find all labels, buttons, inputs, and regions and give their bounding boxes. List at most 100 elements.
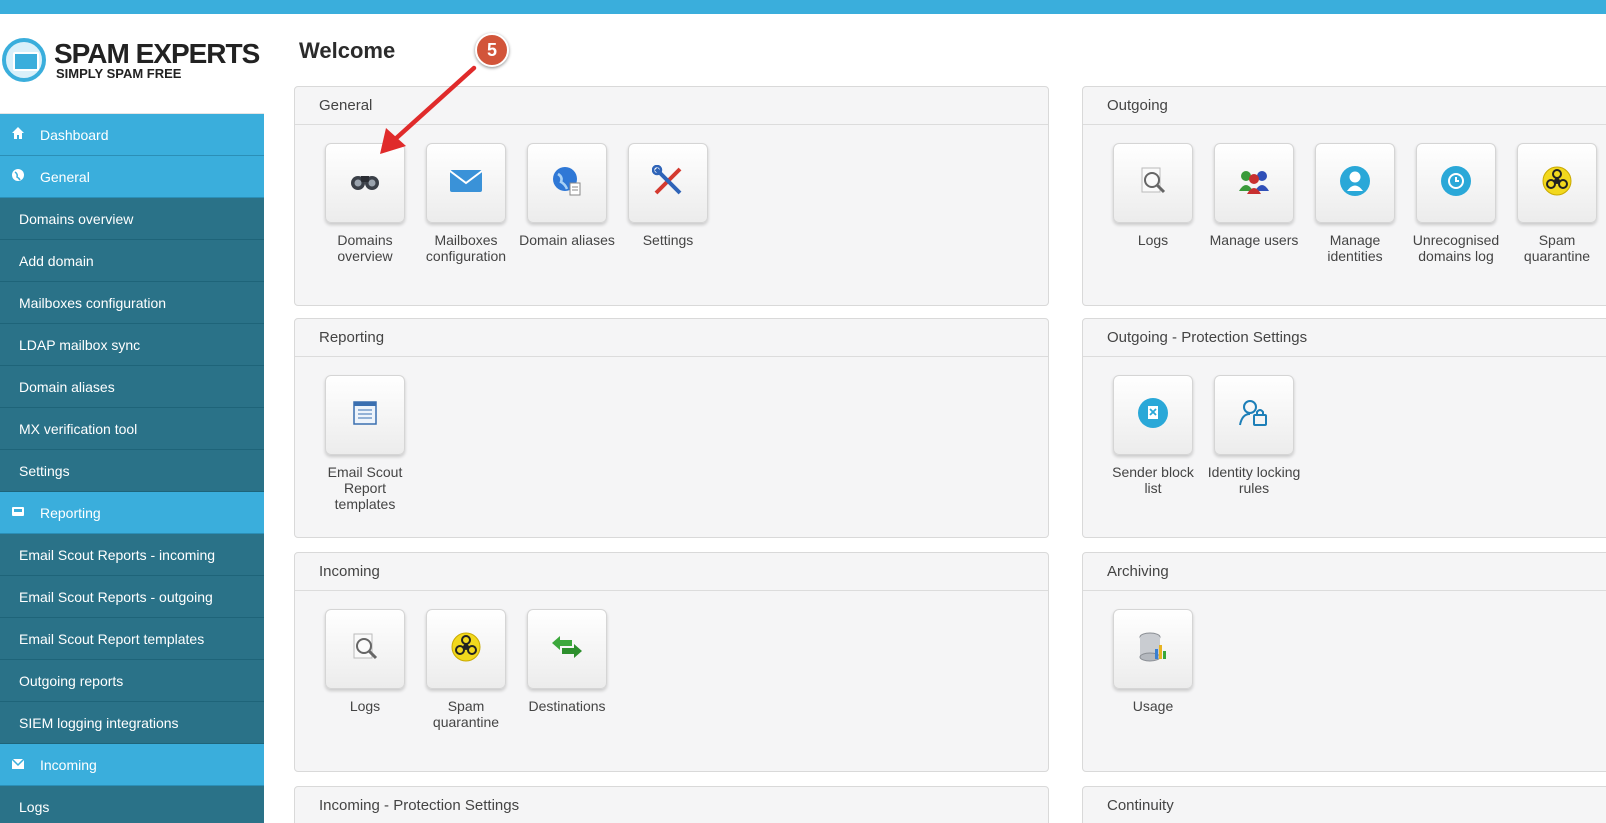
sidebar-item-settings[interactable]: Settings [0,450,264,492]
sidebar-item-mx-verification-tool[interactable]: MX verification tool [0,408,264,450]
tile-label: Mailboxes configuration [425,232,507,264]
tile-button[interactable] [527,609,607,689]
logo-subtitle: SIMPLY SPAM FREE [56,66,182,81]
user-lock-icon [1238,397,1270,434]
tile-outgoing-spam-quarantine[interactable]: Spam quarantine [1507,143,1606,264]
tile-button[interactable] [1113,609,1193,689]
sidebar-item-label: Mailboxes configuration [19,294,167,311]
sidebar-item-general[interactable]: General [0,156,264,198]
tile-button[interactable] [1214,143,1294,223]
inbox-icon [8,504,28,521]
annotation-arrow-icon [380,65,477,154]
sidebar-item-siem-logging-integrations[interactable]: SIEM logging integrations [0,702,264,744]
tile-button[interactable] [1315,143,1395,223]
users-icon [1237,167,1271,200]
sidebar-item-domains-overview[interactable]: Domains overview [0,198,264,240]
sidebar-item-email-scout-reports-incoming[interactable]: Email Scout Reports - incoming [0,534,264,576]
sidebar-item-email-scout-reports-outgoing[interactable]: Email Scout Reports - outgoing [0,576,264,618]
globe-document-icon [552,165,582,202]
logo[interactable]: SPAM EXPERTS SIMPLY SPAM FREE [0,14,264,114]
tile-label: Settings [642,232,694,248]
tile-manage-users[interactable]: Manage users [1204,143,1304,248]
tile-button[interactable] [325,609,405,689]
tile-label: Logs [349,698,381,714]
binoculars-icon [349,170,381,197]
tile-label: Manage users [1209,232,1299,248]
sidebar-item-mailboxes-configuration[interactable]: Mailboxes configuration [0,282,264,324]
panel-title: Incoming [295,553,1048,591]
top-accent-bar [0,0,1606,14]
sidebar-item-reporting[interactable]: Reporting [0,492,264,534]
step-badge: 5 [475,33,509,67]
tile-outgoing-logs[interactable]: Logs [1103,143,1203,248]
logo-mark-icon [2,38,46,82]
panel-title: Continuity [1083,787,1606,823]
tools-icon [651,164,684,202]
sidebar-item-add-domain[interactable]: Add domain [0,240,264,282]
tile-label: Logs [1137,232,1169,248]
sidebar-item-outgoing-reports[interactable]: Outgoing reports [0,660,264,702]
tile-button[interactable] [628,143,708,223]
tile-usage[interactable]: Usage [1103,609,1203,714]
tile-label: Identity locking rules [1207,464,1301,496]
tile-label: Domain aliases [519,232,615,248]
tile-button[interactable] [1416,143,1496,223]
panel-archiving: Archiving Usage [1082,552,1606,772]
report-icon [352,400,378,431]
tile-sender-block-list[interactable]: Sender block list [1103,375,1203,496]
panel-title: Incoming - Protection Settings [295,787,1048,823]
sidebar-item-incoming[interactable]: Incoming [0,744,264,786]
tile-incoming-spam-quarantine[interactable]: Spam quarantine [416,609,516,730]
tile-button[interactable] [1113,143,1193,223]
tile-label: Destinations [528,698,606,714]
sidebar-item-ldap-mailbox-sync[interactable]: LDAP mailbox sync [0,324,264,366]
sidebar-item-label: Reporting [40,504,101,521]
tile-label: Unrecognised domains log [1412,232,1500,264]
tile-button[interactable] [426,609,506,689]
sidebar-item-label: Email Scout Reports - incoming [19,546,216,563]
tile-incoming-logs[interactable]: Logs [315,609,415,714]
sidebar: SPAM EXPERTS SIMPLY SPAM FREE Dashboard … [0,14,264,823]
panel-reporting: Reporting Email Scout Report templates [294,318,1049,538]
sidebar-item-label: Email Scout Reports - outgoing [19,588,213,605]
biohazard-icon [451,632,481,667]
tile-button[interactable] [1517,143,1597,223]
sidebar-item-domain-aliases[interactable]: Domain aliases [0,366,264,408]
tile-button[interactable] [1214,375,1294,455]
sidebar-item-label: MX verification tool [19,420,138,437]
panel-outgoing: Outgoing Logs Manage users Manage identi… [1082,86,1606,306]
panel-incoming: Incoming Logs Spam quarantine Destinatio… [294,552,1049,772]
panel-title: Outgoing [1083,87,1606,125]
tile-label: Email Scout Report templates [327,464,403,512]
sidebar-item-label: Add domain [19,252,94,269]
tile-unrecognised-domains-log[interactable]: Unrecognised domains log [1406,143,1506,264]
page-title: Welcome [299,38,396,63]
tile-button[interactable] [1113,375,1193,455]
block-icon [1137,397,1169,434]
panel-title: Reporting [295,319,1048,357]
tile-label: Spam quarantine [1523,232,1591,264]
tile-settings[interactable]: Settings [618,143,718,248]
sidebar-item-logs[interactable]: Logs [0,786,264,823]
tile-manage-identities[interactable]: Manage identities [1305,143,1405,264]
sidebar-item-email-scout-report-templates[interactable]: Email Scout Report templates [0,618,264,660]
sidebar-item-label: Domain aliases [19,378,115,395]
sidebar-item-label: SIEM logging integrations [19,714,179,731]
magnifier-icon [1137,165,1169,202]
sidebar-item-label: Incoming [40,756,97,773]
tile-destinations[interactable]: Destinations [517,609,617,714]
tile-domain-aliases[interactable]: Domain aliases [517,143,617,248]
tile-label: Sender block list [1112,464,1194,496]
user-circle-icon [1339,165,1371,202]
panel-outgoing-protection-settings: Outgoing - Protection Settings Sender bl… [1082,318,1606,538]
sidebar-item-label: Email Scout Report templates [19,630,205,647]
tile-label: Manage identities [1327,232,1383,264]
tile-button[interactable] [527,143,607,223]
sidebar-nav: Dashboard General Domains overview Add d… [0,114,264,823]
tile-button[interactable] [325,375,405,455]
sidebar-item-label: Outgoing reports [19,672,124,689]
tile-email-scout-report-templates[interactable]: Email Scout Report templates [315,375,415,512]
envelope-icon [8,757,28,773]
sidebar-item-dashboard[interactable]: Dashboard [0,114,264,156]
tile-identity-locking-rules[interactable]: Identity locking rules [1204,375,1304,496]
